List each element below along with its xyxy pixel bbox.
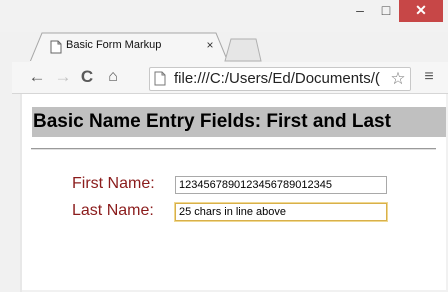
page-icon bbox=[154, 71, 166, 86]
reload-icon[interactable]: C bbox=[76, 66, 98, 88]
page-heading: Basic Name Entry Fields: First and Last bbox=[32, 107, 446, 137]
home-icon[interactable]: ⌂ bbox=[102, 66, 124, 88]
browser-window: – □ ✕ Basic Form Markup × ← → C ⌂ file:/… bbox=[0, 0, 448, 292]
last-name-label: Last Name: bbox=[72, 202, 154, 219]
maximize-button[interactable]: □ bbox=[373, 0, 399, 22]
browser-toolbar: ← → C ⌂ file:///C:/Users/Ed/Documents/( … bbox=[12, 62, 448, 94]
first-name-label: First Name: bbox=[72, 175, 155, 192]
horizontal-rule bbox=[31, 148, 436, 150]
tab-title: Basic Form Markup bbox=[66, 39, 162, 51]
new-tab-button[interactable] bbox=[224, 38, 262, 62]
last-name-input[interactable] bbox=[175, 203, 387, 221]
page-content: Basic Name Entry Fields: First and Last … bbox=[22, 94, 446, 290]
url-text[interactable]: file:///C:/Users/Ed/Documents/( bbox=[174, 70, 380, 87]
page-icon bbox=[50, 40, 62, 54]
minimize-button[interactable]: – bbox=[347, 0, 373, 22]
back-arrow-icon[interactable]: ← bbox=[26, 66, 48, 88]
address-bar[interactable]: file:///C:/Users/Ed/Documents/( ☆ bbox=[149, 67, 411, 91]
browser-tab[interactable]: Basic Form Markup × bbox=[30, 32, 230, 63]
bookmark-star-icon[interactable]: ☆ bbox=[386, 68, 410, 90]
first-name-input[interactable] bbox=[175, 176, 387, 194]
close-window-button[interactable]: ✕ bbox=[399, 0, 443, 22]
tab-close-icon[interactable]: × bbox=[204, 38, 216, 52]
menu-icon[interactable]: ≡ bbox=[418, 66, 440, 88]
forward-arrow-icon[interactable]: → bbox=[52, 66, 74, 88]
